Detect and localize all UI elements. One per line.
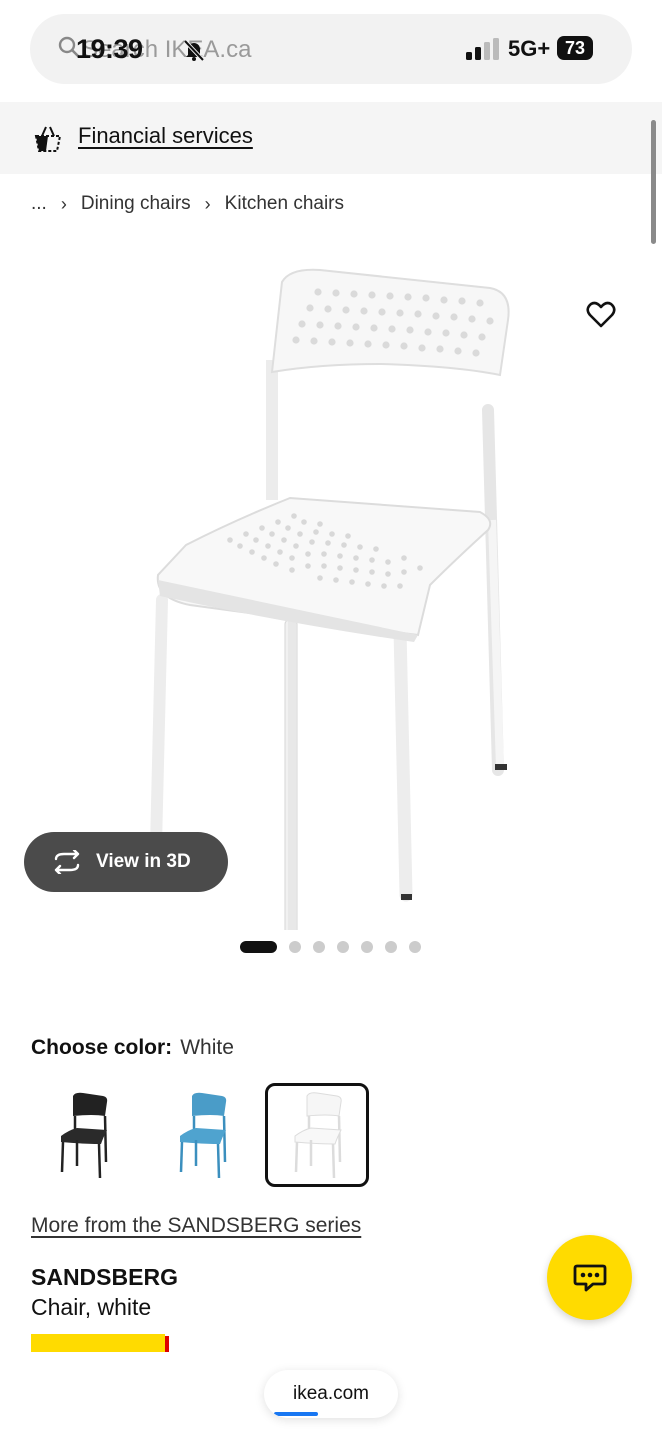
url-domain: ikea.com bbox=[292, 1383, 370, 1404]
series-link[interactable]: More from the SANDSBERG series bbox=[31, 1214, 361, 1238]
chevron-right-icon: › bbox=[204, 193, 211, 214]
pagination-dot[interactable] bbox=[409, 941, 421, 953]
chat-button[interactable] bbox=[547, 1235, 632, 1320]
breadcrumb-dining-chairs[interactable]: Dining chairs bbox=[81, 193, 191, 215]
color-selector-label: Choose color: White bbox=[31, 1036, 234, 1060]
breadcrumb-ellipsis[interactable]: ... bbox=[31, 193, 47, 215]
product-name: SANDSBERG bbox=[31, 1264, 178, 1290]
status-time: 19:39 bbox=[76, 34, 143, 64]
chat-icon bbox=[573, 1264, 606, 1291]
pagination-dot-active[interactable] bbox=[240, 941, 277, 953]
breadcrumb-kitchen-chairs[interactable]: Kitchen chairs bbox=[225, 193, 344, 215]
rotate-3d-icon bbox=[54, 850, 80, 874]
pagination-dot[interactable] bbox=[289, 941, 301, 953]
white-chair-thumbnail bbox=[294, 1092, 342, 1179]
view-in-3d-label: View in 3D bbox=[96, 851, 191, 872]
financial-services-bar: Financial services bbox=[0, 102, 662, 174]
view-in-3d-button[interactable]: View in 3D bbox=[24, 832, 228, 892]
basket-icon bbox=[34, 126, 62, 152]
financial-services-link[interactable]: Financial services bbox=[78, 123, 253, 149]
breadcrumb: ... › Dining chairs › Kitchen chairs bbox=[31, 193, 344, 215]
address-bar[interactable]: Search IKEA.ca 19:39 5G+ 73 bbox=[30, 14, 632, 84]
chevron-right-icon: › bbox=[60, 193, 67, 214]
color-swatch-blue[interactable] bbox=[150, 1083, 254, 1187]
selected-color-value: White bbox=[180, 1036, 234, 1059]
product-description: Chair, white bbox=[31, 1294, 152, 1320]
bell-muted-icon bbox=[183, 39, 205, 62]
color-swatch-white[interactable] bbox=[265, 1083, 369, 1187]
url-pill[interactable]: ikea.com bbox=[264, 1370, 398, 1418]
pagination-dot[interactable] bbox=[313, 941, 325, 953]
price-tag-accent bbox=[165, 1336, 169, 1352]
color-swatch-black[interactable] bbox=[31, 1083, 135, 1187]
pagination-dot[interactable] bbox=[337, 941, 349, 953]
image-pagination bbox=[240, 940, 433, 954]
product-image[interactable] bbox=[0, 240, 662, 930]
signal-icon bbox=[466, 38, 499, 60]
price-tag bbox=[31, 1334, 165, 1352]
pagination-dot[interactable] bbox=[385, 941, 397, 953]
choose-color-label: Choose color: bbox=[31, 1036, 173, 1059]
page-scrollbar[interactable] bbox=[651, 120, 656, 244]
blue-chair-thumbnail bbox=[179, 1092, 227, 1179]
network-type: 5G+ bbox=[508, 36, 551, 61]
black-chair-thumbnail bbox=[60, 1092, 108, 1179]
heart-icon[interactable] bbox=[586, 300, 616, 330]
battery-level: 73 bbox=[557, 36, 593, 60]
page-load-progress bbox=[274, 1412, 318, 1416]
pagination-dot[interactable] bbox=[361, 941, 373, 953]
